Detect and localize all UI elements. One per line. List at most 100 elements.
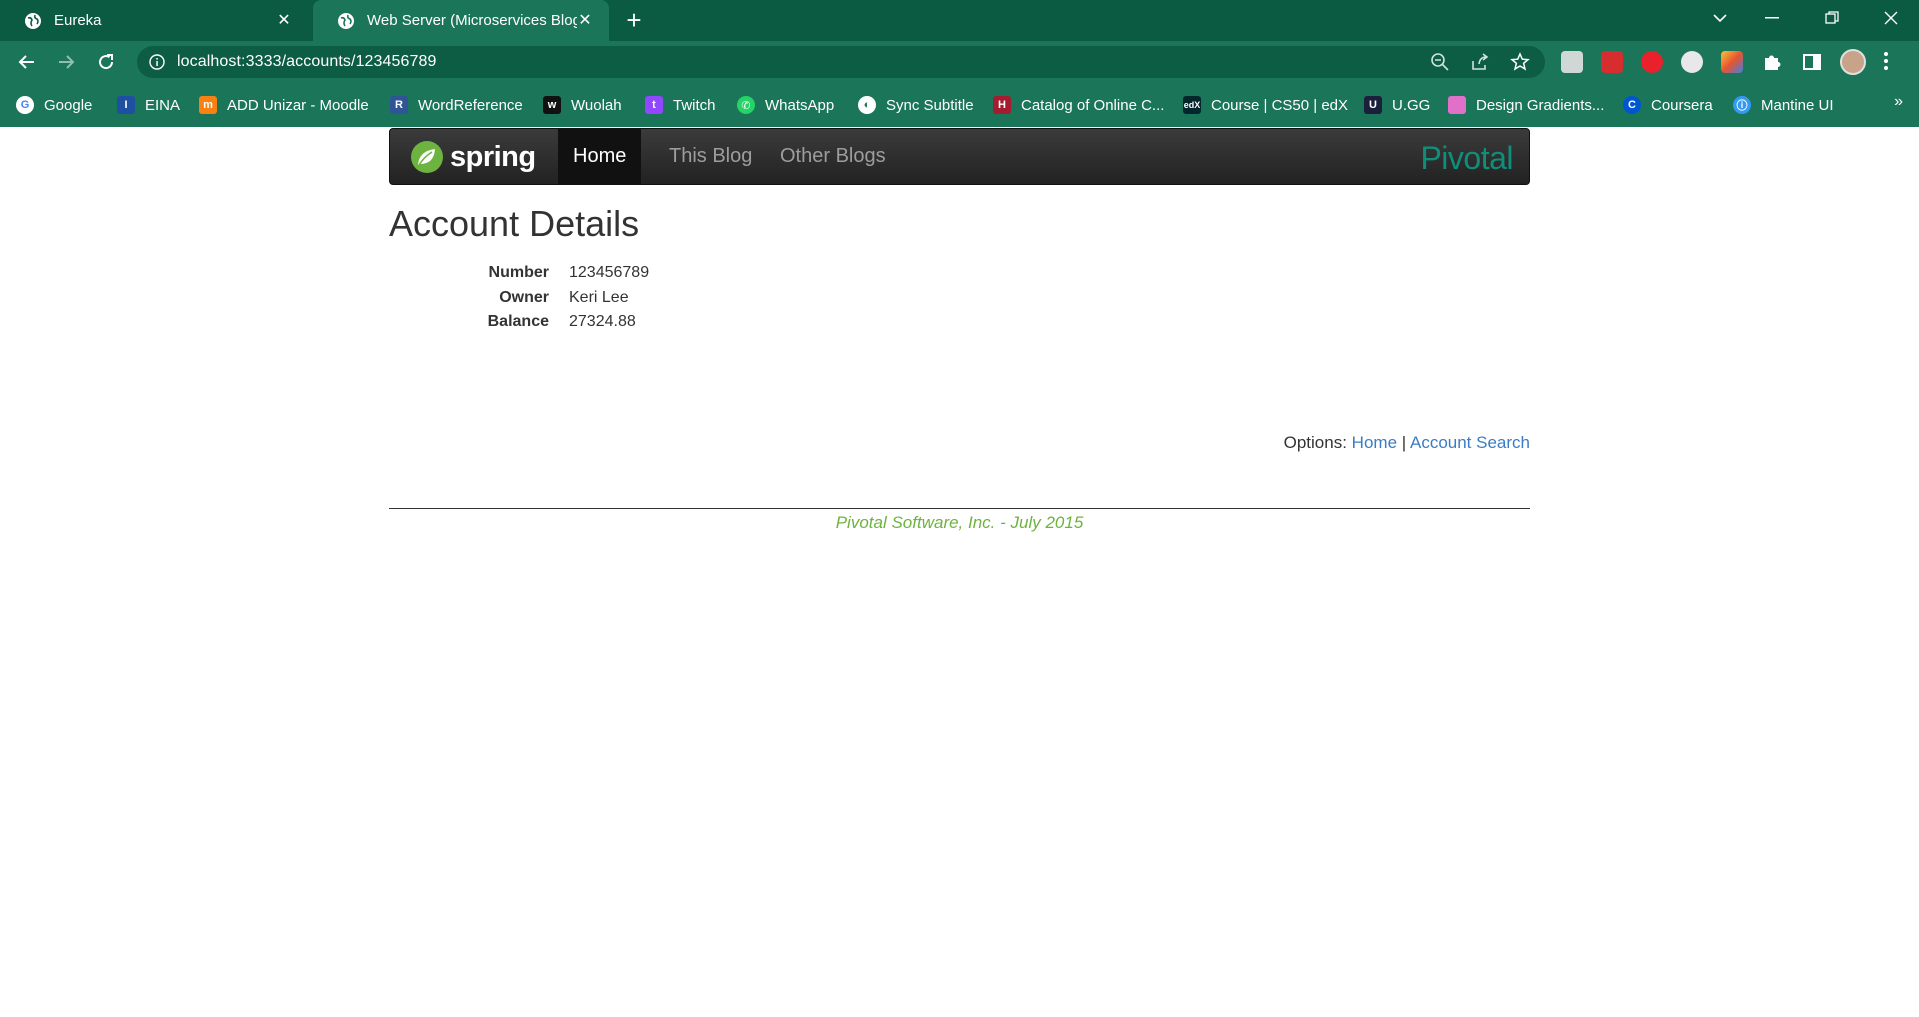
close-icon[interactable]: ✕: [274, 10, 294, 30]
eina-icon: I: [117, 96, 135, 114]
bookmark-star-icon[interactable]: [1510, 52, 1530, 72]
bookmark-design-gradients[interactable]: Design Gradients...: [1448, 94, 1604, 116]
spring-leaf-icon: [411, 141, 443, 173]
bookmark-label: Course | CS50 | edX: [1211, 96, 1349, 114]
puzzle-icon[interactable]: [1761, 51, 1783, 73]
bookmark-ugg[interactable]: U U.GG: [1364, 94, 1430, 116]
bookmark-label: Coursera: [1651, 96, 1713, 114]
detail-value: Keri Lee: [569, 289, 629, 306]
minimize-icon[interactable]: [1752, 0, 1792, 36]
zoom-icon[interactable]: [1430, 52, 1450, 72]
tab-title: Web Server (Microservices Blog D: [367, 12, 577, 29]
url-text[interactable]: localhost:3333/accounts/123456789: [177, 53, 437, 71]
bookmark-sync-subtitle[interactable]: ◐ Sync Subtitle: [858, 94, 974, 116]
more-bookmarks-icon[interactable]: »: [1894, 93, 1903, 111]
close-icon[interactable]: ✕: [575, 10, 595, 30]
restore-icon[interactable]: [1812, 0, 1852, 36]
footer-text: Pivotal Software, Inc. - July 2015: [835, 513, 1084, 532]
globe-icon: [338, 12, 354, 29]
google-icon: G: [16, 96, 34, 114]
wordreference-icon: R: [390, 96, 408, 114]
bookmark-label: Wuolah: [571, 96, 622, 114]
tab-title: Eureka: [54, 12, 102, 29]
pivotal-logo[interactable]: Pivotal: [1420, 140, 1513, 177]
bookmark-label: WordReference: [418, 96, 523, 114]
side-panel-icon[interactable]: [1801, 51, 1823, 73]
bookmark-moodle[interactable]: m ADD Unizar - Moodle: [199, 94, 369, 116]
harvard-icon: H: [993, 96, 1011, 114]
bookmark-label: Sync Subtitle: [886, 96, 974, 114]
bookmark-label: Design Gradients...: [1476, 96, 1605, 114]
detail-value: 27324.88: [569, 313, 636, 330]
account-search-link[interactable]: Account Search: [1410, 433, 1530, 452]
bookmark-eina[interactable]: I EINA: [117, 94, 180, 116]
detail-label: Number: [488, 264, 549, 281]
bookmark-label: Mantine UI: [1761, 96, 1834, 114]
nav-home[interactable]: Home: [558, 129, 642, 184]
options-separator: |: [1401, 433, 1407, 452]
options-bar: Options: Home | Account Search: [1284, 433, 1530, 453]
page-content: spring Home This Blog Other Blogs Pivota…: [0, 127, 1919, 1017]
bookmark-label: EINA: [145, 96, 181, 114]
info-icon[interactable]: [149, 54, 165, 70]
nav-other-blogs[interactable]: Other Blogs: [765, 129, 901, 184]
options-label: Options:: [1283, 433, 1347, 452]
bookmark-mantine[interactable]: ⓘ Mantine UI: [1733, 94, 1834, 116]
bookmark-google[interactable]: G Google: [16, 94, 92, 116]
bookmark-label: Catalog of Online C...: [1021, 96, 1165, 114]
page-title: Account Details: [389, 203, 640, 244]
browser-toolbar: localhost:3333/accounts/123456789: [0, 41, 1919, 83]
bookmark-wuolah[interactable]: w Wuolah: [543, 94, 622, 116]
ugg-icon: U: [1364, 96, 1382, 114]
color-picker-icon[interactable]: [1721, 51, 1743, 73]
twitch-icon: t: [645, 96, 663, 114]
brand-text: spring: [450, 140, 536, 173]
forward-icon[interactable]: [51, 47, 81, 77]
bookmark-label: Google: [44, 96, 93, 114]
bookmark-twitch[interactable]: t Twitch: [645, 94, 716, 116]
footer-divider: [389, 508, 1530, 509]
share-icon[interactable]: [1470, 52, 1490, 72]
bookmarks-bar: G Google I EINA m ADD Unizar - Moodle R …: [0, 83, 1919, 127]
coursera-icon: C: [1623, 96, 1641, 114]
bookmark-catalog[interactable]: H Catalog of Online C...: [993, 94, 1164, 116]
extension-icon[interactable]: [1561, 51, 1583, 73]
bookmark-label: Twitch: [673, 96, 716, 114]
browser-tabstrip: Eureka ✕ Web Server (Microservices Blog …: [0, 0, 1919, 41]
bookmark-label: U.GG: [1392, 96, 1431, 114]
detail-label: Owner: [499, 289, 549, 306]
back-icon[interactable]: [12, 47, 42, 77]
whatsapp-icon: ✆: [737, 96, 755, 114]
reload-icon[interactable]: [91, 47, 121, 77]
nav-this-blog[interactable]: This Blog: [654, 129, 767, 184]
extension-icon[interactable]: [1681, 51, 1703, 73]
bookmark-wordreference[interactable]: R WordReference: [390, 94, 523, 116]
bookmark-label: ADD Unizar - Moodle: [227, 96, 369, 114]
globe-icon: [25, 12, 41, 29]
adblock-icon[interactable]: [1641, 51, 1663, 73]
bookmark-whatsapp[interactable]: ✆ WhatsApp: [737, 94, 834, 116]
tab-search-icon[interactable]: [1700, 0, 1740, 36]
detail-label: Balance: [487, 313, 549, 330]
bookmark-coursera[interactable]: C Coursera: [1623, 94, 1713, 116]
edx-icon: edX: [1183, 96, 1201, 114]
spring-logo[interactable]: spring: [410, 138, 536, 176]
extension-icon[interactable]: [1601, 51, 1623, 73]
new-tab-button[interactable]: +: [620, 7, 648, 34]
avatar[interactable]: [1840, 49, 1866, 75]
globe-icon: ◐: [858, 96, 876, 114]
detail-value: 123456789: [569, 264, 650, 281]
wuolah-icon: w: [543, 96, 561, 114]
menu-icon[interactable]: [1883, 51, 1893, 73]
tab-web-server[interactable]: Web Server (Microservices Blog D ✕: [313, 0, 609, 41]
address-bar[interactable]: localhost:3333/accounts/123456789: [137, 46, 1545, 78]
bookmark-edx[interactable]: edX Course | CS50 | edX: [1183, 94, 1348, 116]
gradients-icon: [1448, 96, 1466, 114]
moodle-icon: m: [199, 96, 217, 114]
site-navbar: spring Home This Blog Other Blogs Pivota…: [389, 128, 1530, 185]
options-home-link[interactable]: Home: [1352, 433, 1397, 452]
bookmark-label: WhatsApp: [765, 96, 835, 114]
tab-eureka[interactable]: Eureka ✕: [0, 0, 308, 41]
mantine-icon: ⓘ: [1733, 96, 1751, 114]
close-window-icon[interactable]: [1871, 0, 1911, 36]
